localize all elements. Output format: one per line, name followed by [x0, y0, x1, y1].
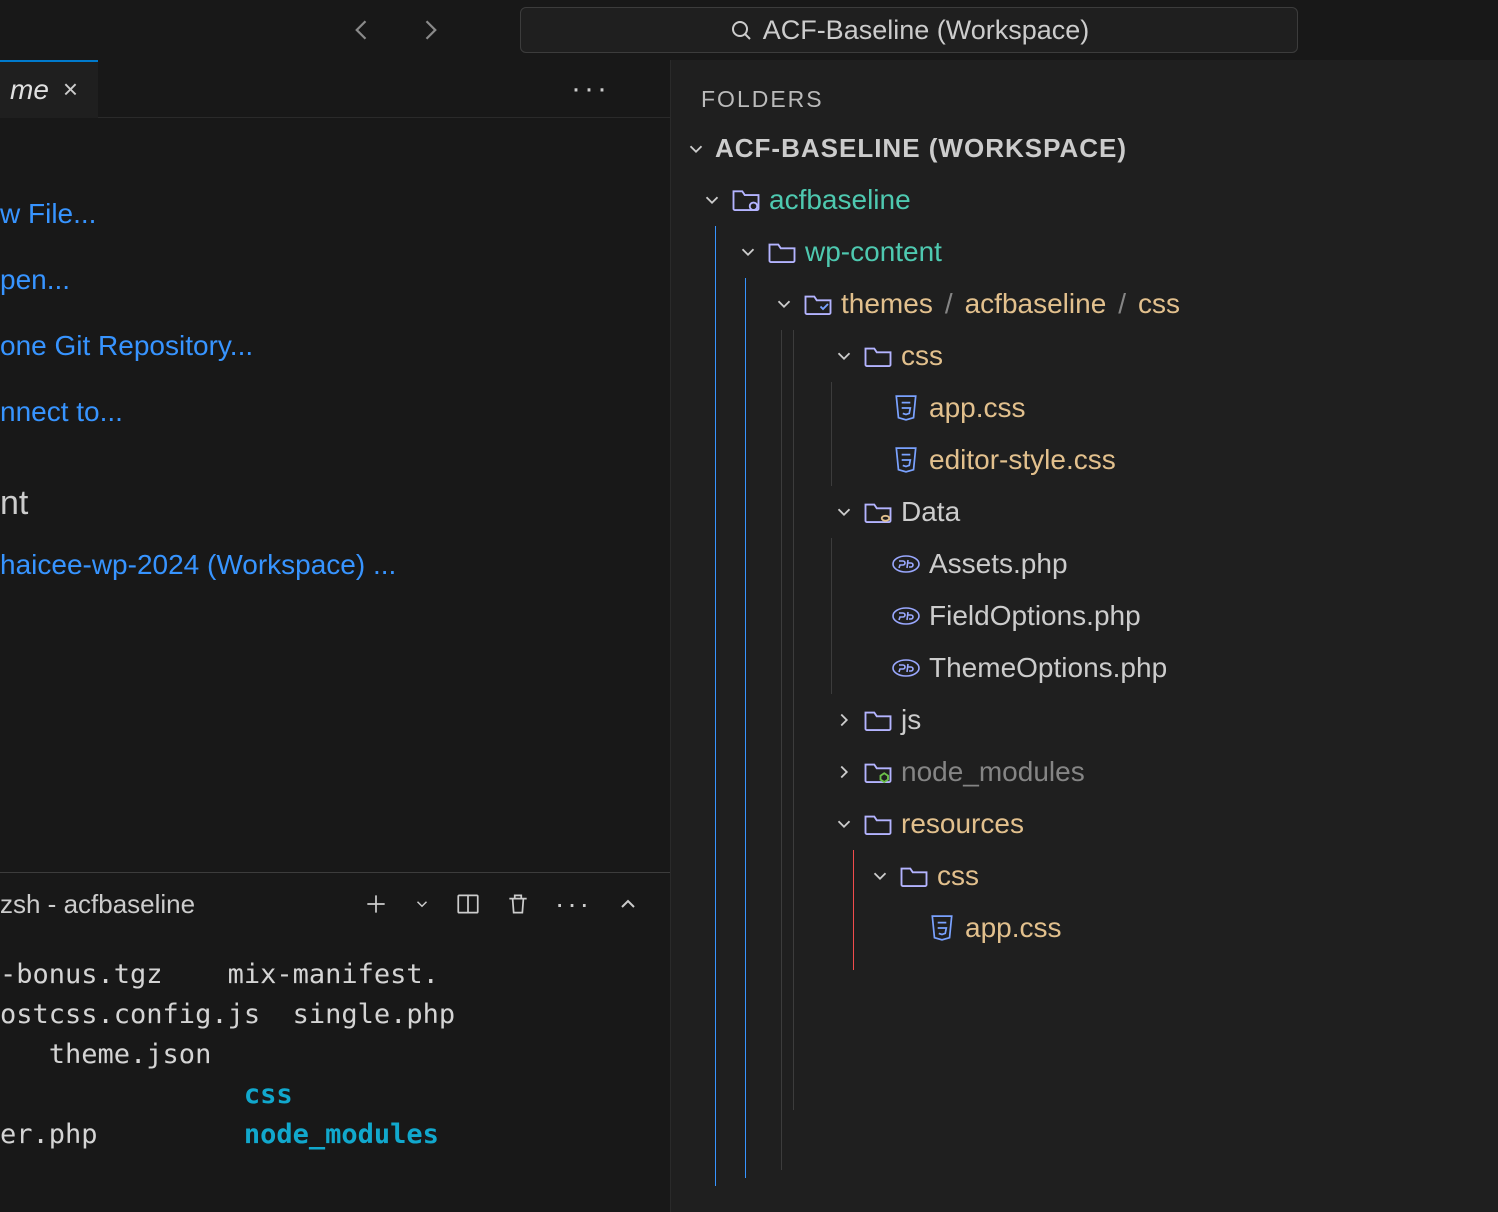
php-file-icon: [891, 549, 921, 579]
folder-open-icon: [767, 237, 797, 267]
folder-acfbaseline[interactable]: acfbaseline: [701, 174, 1498, 226]
folder-css[interactable]: css: [833, 330, 1498, 382]
workspace-name: ACF-BASELINE (WORKSPACE): [715, 133, 1127, 164]
chevron-right-icon: [833, 709, 855, 731]
file-label: app.css: [929, 392, 1026, 424]
css-file-icon: [927, 913, 957, 943]
chevron-down-icon: [833, 345, 855, 367]
terminal-split-button[interactable]: [455, 891, 481, 917]
file-resources-app-css[interactable]: app.css: [927, 902, 1498, 954]
command-center[interactable]: ACF-Baseline (Workspace): [520, 7, 1298, 53]
folder-label: themes: [841, 288, 933, 320]
file-themeoptions-php[interactable]: ThemeOptions.php: [891, 642, 1498, 694]
folder-label: css: [901, 340, 943, 372]
file-app-css[interactable]: app.css: [891, 382, 1498, 434]
folder-label: css: [937, 860, 979, 892]
folder-resources-css[interactable]: css: [869, 850, 1498, 902]
nav-forward-button[interactable]: [411, 12, 447, 48]
welcome-screen: w File... pen... one Git Repository... n…: [0, 118, 670, 581]
folder-label: wp-content: [805, 236, 942, 268]
terminal-kill-button[interactable]: [505, 891, 531, 917]
folders-sidebar: FOLDERS ACF-BASELINE (WORKSPACE) acfbase…: [670, 60, 1498, 1212]
folder-node-modules[interactable]: node_modules: [833, 746, 1498, 798]
folder-css-icon: [899, 861, 929, 891]
chevron-down-icon: [833, 813, 855, 835]
terminal-more-button[interactable]: ···: [555, 888, 592, 920]
editor-pane: me × ··· w File... pen... one Git Reposi…: [0, 60, 670, 1212]
terminal-title[interactable]: zsh - acfbaseline: [0, 889, 195, 920]
folder-data-icon: [863, 497, 893, 527]
folder-label: js: [901, 704, 921, 736]
tab-label: me: [10, 74, 49, 106]
terminal-body[interactable]: -bonus.tgz mix-manifest.ostcss.config.js…: [0, 935, 670, 1155]
welcome-new-file-link[interactable]: w File...: [0, 198, 670, 230]
terminal-header: zsh - acfbaseline: [0, 873, 670, 935]
php-file-icon: [891, 653, 921, 683]
folder-icon: [863, 705, 893, 735]
folder-label: Data: [901, 496, 960, 528]
folders-section-title: FOLDERS: [671, 60, 1498, 127]
file-label: Assets.php: [929, 548, 1068, 580]
folder-label: resources: [901, 808, 1024, 840]
file-assets-php[interactable]: Assets.php: [891, 538, 1498, 590]
file-label: ThemeOptions.php: [929, 652, 1167, 684]
recent-heading: nt: [0, 484, 670, 523]
terminal-maximize-button[interactable]: [616, 892, 640, 916]
css-file-icon: [891, 445, 921, 475]
folder-resources[interactable]: resources: [833, 798, 1498, 850]
folder-root-icon: [731, 185, 761, 215]
folder-themes-path[interactable]: themes/acfbaseline/css: [773, 278, 1498, 330]
search-icon: [729, 18, 753, 42]
folder-js[interactable]: js: [833, 694, 1498, 746]
welcome-connect-link[interactable]: nnect to...: [0, 396, 670, 428]
tab-welcome[interactable]: me ×: [0, 60, 98, 118]
folder-node-icon: [863, 757, 893, 787]
php-file-icon: [891, 601, 921, 631]
tab-close-button[interactable]: ×: [63, 74, 78, 105]
file-editor-style-css[interactable]: editor-style.css: [891, 434, 1498, 486]
workspace-header[interactable]: ACF-BASELINE (WORKSPACE): [671, 127, 1498, 174]
chevron-down-icon: [685, 138, 707, 160]
file-label: app.css: [965, 912, 1062, 944]
css-file-icon: [891, 393, 921, 423]
welcome-open-link[interactable]: pen...: [0, 264, 670, 296]
terminal-panel: zsh - acfbaseline: [0, 872, 670, 1212]
titlebar: ACF-Baseline (Workspace): [0, 0, 1498, 60]
nav-back-button[interactable]: [345, 12, 381, 48]
file-label: editor-style.css: [929, 444, 1116, 476]
chevron-down-icon: [869, 865, 891, 887]
command-center-text: ACF-Baseline (Workspace): [763, 15, 1090, 46]
chevron-down-icon: [737, 241, 759, 263]
terminal-dropdown-button[interactable]: [413, 895, 431, 913]
file-label: FieldOptions.php: [929, 600, 1141, 632]
welcome-clone-git-link[interactable]: one Git Repository...: [0, 330, 670, 362]
folder-open-icon: [863, 809, 893, 839]
folder-wp-content[interactable]: wp-content: [737, 226, 1498, 278]
tab-bar: me × ···: [0, 60, 670, 118]
folder-theme-icon: [803, 289, 833, 319]
chevron-down-icon: [833, 501, 855, 523]
folder-label: node_modules: [901, 756, 1085, 788]
tab-overflow-button[interactable]: ···: [571, 72, 610, 106]
recent-workspace-link[interactable]: haicee-wp-2024 (Workspace) ...: [0, 549, 670, 581]
folder-label: acfbaseline: [769, 184, 911, 216]
terminal-new-button[interactable]: [363, 891, 389, 917]
folder-data[interactable]: Data: [833, 486, 1498, 538]
chevron-right-icon: [833, 761, 855, 783]
file-fieldoptions-php[interactable]: FieldOptions.php: [891, 590, 1498, 642]
chevron-down-icon: [701, 189, 723, 211]
chevron-down-icon: [773, 293, 795, 315]
nav-arrows: [345, 12, 447, 48]
folder-css-icon: [863, 341, 893, 371]
